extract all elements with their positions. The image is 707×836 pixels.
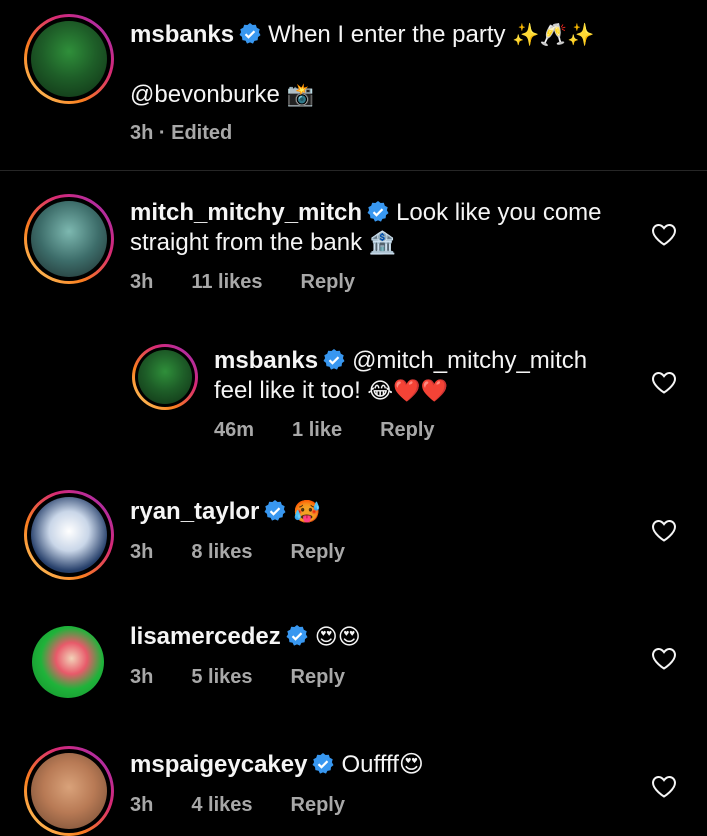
like-heart-icon[interactable] <box>651 775 677 799</box>
avatar-msbanks[interactable] <box>132 344 198 410</box>
comment-text: Look like you come <box>396 199 602 226</box>
avatar-mitch[interactable] <box>24 194 114 284</box>
comment-username[interactable]: lisamercedez <box>130 623 281 650</box>
laugh-hearts-emoji-icon: 😂❤️❤️ <box>367 379 448 404</box>
reply-button[interactable]: Reply <box>301 271 355 293</box>
verified-badge-icon <box>264 500 286 521</box>
caption-emojis: ✨🥂✨ <box>512 23 595 48</box>
comment-likes[interactable]: 8 likes <box>191 541 252 563</box>
comment-line-2: feel like it too! 😂❤️❤️ <box>214 376 448 407</box>
comment-username[interactable]: ryan_taylor <box>130 498 259 525</box>
bank-emoji-icon: 🏦 <box>368 231 397 256</box>
comment-username[interactable]: mitch_mitchy_mitch <box>130 199 362 226</box>
verified-badge-icon <box>312 753 334 774</box>
comment-line-1: lisamercedez 😍😍 <box>130 622 361 653</box>
hot-face-emoji-icon: 🥵 <box>293 500 321 525</box>
reply-button[interactable]: Reply <box>380 419 434 441</box>
comment-likes[interactable]: 11 likes <box>191 271 262 293</box>
comment-meta: 3h 8 likes Reply <box>130 540 383 564</box>
caption-username[interactable]: msbanks <box>130 21 234 48</box>
post-caption: msbanks When I enter the party ✨🥂✨ @bevon… <box>0 0 707 170</box>
comment-time: 46m <box>214 419 255 441</box>
comment-meta: 3h 4 likes Reply <box>130 793 383 817</box>
verified-badge-icon <box>239 23 261 44</box>
comment-line-1: ryan_taylor 🥵 <box>130 497 321 528</box>
comment-line-2: straight from the bank 🏦 <box>130 228 396 259</box>
like-heart-icon[interactable] <box>651 371 677 395</box>
heart-eyes-emoji-icon: 😍😍 <box>314 625 361 650</box>
comment-line-1: msbanks @mitch_mitchy_mitch <box>214 346 587 376</box>
comment-mention[interactable]: @mitch_mitchy_mitch <box>352 347 587 374</box>
like-heart-icon[interactable] <box>651 647 677 671</box>
comment-likes[interactable]: 4 likes <box>191 794 252 816</box>
avatar-msbanks[interactable] <box>24 14 114 104</box>
caption-meta: 3h · Edited <box>130 122 233 144</box>
like-heart-icon[interactable] <box>651 223 677 247</box>
comment-username[interactable]: msbanks <box>214 347 318 374</box>
caption-line-2: @bevonburke 📸 <box>130 80 314 111</box>
verified-badge-icon <box>323 349 345 370</box>
camera-flash-icon: 📸 <box>286 83 314 108</box>
reply-button[interactable]: Reply <box>291 794 345 816</box>
comment-meta: 46m 1 like Reply <box>214 418 473 442</box>
avatar-ryan-taylor[interactable] <box>24 490 114 580</box>
reply-button[interactable]: Reply <box>291 541 345 563</box>
caption-mention[interactable]: @bevonburke <box>130 81 280 108</box>
comment-text: Ouffff😍 <box>341 751 424 778</box>
avatar-mspaigeycakey[interactable] <box>24 746 114 836</box>
comment-meta: 3h 11 likes Reply <box>130 270 393 294</box>
comment-time: 3h <box>130 794 154 816</box>
like-heart-icon[interactable] <box>651 519 677 543</box>
verified-badge-icon <box>367 201 389 222</box>
caption-line-1: msbanks When I enter the party ✨🥂✨ <box>130 20 594 51</box>
verified-badge-icon <box>286 625 308 646</box>
comment-likes[interactable]: 5 likes <box>191 666 252 688</box>
comment-text: straight from the bank <box>130 229 363 256</box>
reply-button[interactable]: Reply <box>291 666 345 688</box>
comment-likes[interactable]: 1 like <box>292 419 342 441</box>
comment-time: 3h <box>130 541 154 563</box>
comment-text: feel like it too! <box>214 377 361 404</box>
comment-username[interactable]: mspaigeycakey <box>130 751 307 778</box>
comment-time: 3h <box>130 666 154 688</box>
comment-line-1: mitch_mitchy_mitch Look like you come <box>130 198 602 228</box>
avatar-lisamercedez[interactable] <box>32 626 104 698</box>
comment-meta: 3h 5 likes Reply <box>130 665 383 689</box>
comment-line-1: mspaigeycakey Ouffff😍 <box>130 750 424 780</box>
comment-time: 3h <box>130 271 154 293</box>
caption-text: When I enter the party <box>268 21 506 48</box>
divider <box>0 170 707 171</box>
